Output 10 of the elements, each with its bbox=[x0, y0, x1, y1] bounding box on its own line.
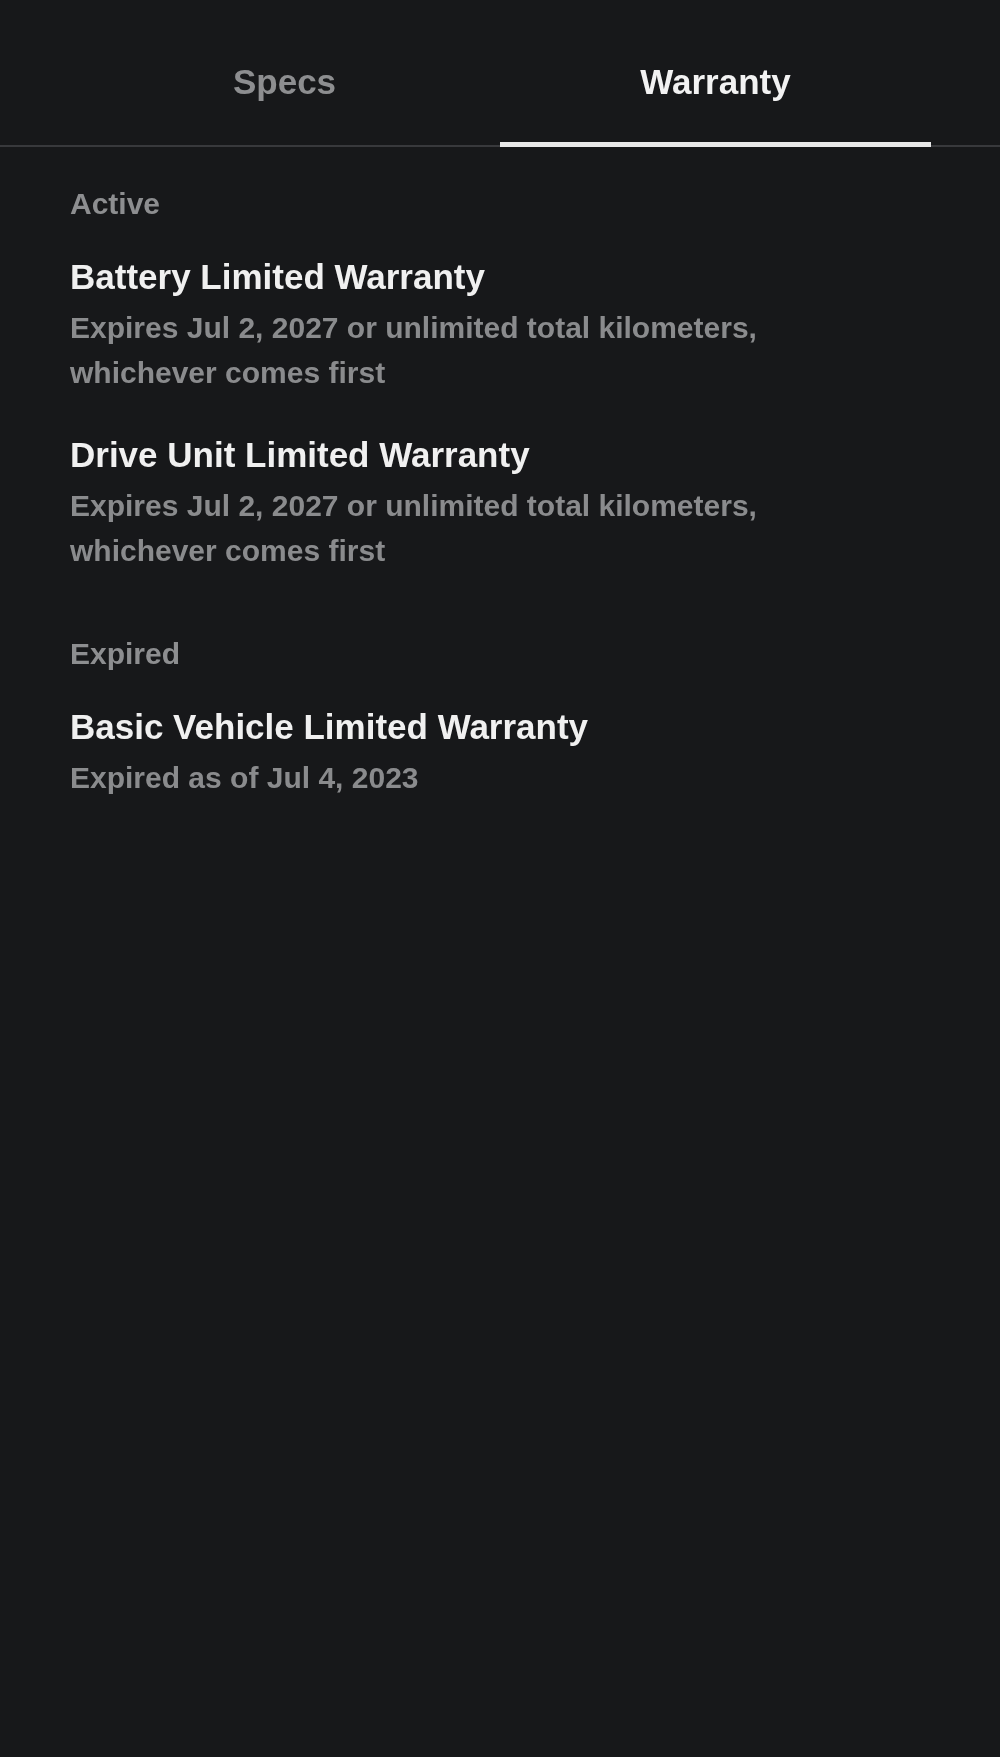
tab[interactable]: Specs bbox=[69, 0, 500, 147]
warranty-detail: Expires Jul 2, 2027 or unlimited total kilometers, whichever comes first bbox=[70, 488, 758, 569]
warranty-detail: Expires Jul 2, 2027 or unlimited total kilometers, whichever comes first bbox=[70, 310, 758, 391]
warranty-detail: Expired as of Jul 4, 2023 bbox=[70, 760, 420, 796]
warranty-title: Drive Unit Limited Warranty bbox=[70, 435, 531, 475]
tab[interactable]: Warranty bbox=[500, 0, 931, 147]
warranty-title: Battery Limited Warranty bbox=[70, 257, 486, 297]
warranty-title: Basic Vehicle Limited Warranty bbox=[70, 707, 590, 747]
section-heading: Expired bbox=[70, 637, 182, 671]
section-heading: Active bbox=[70, 187, 162, 221]
